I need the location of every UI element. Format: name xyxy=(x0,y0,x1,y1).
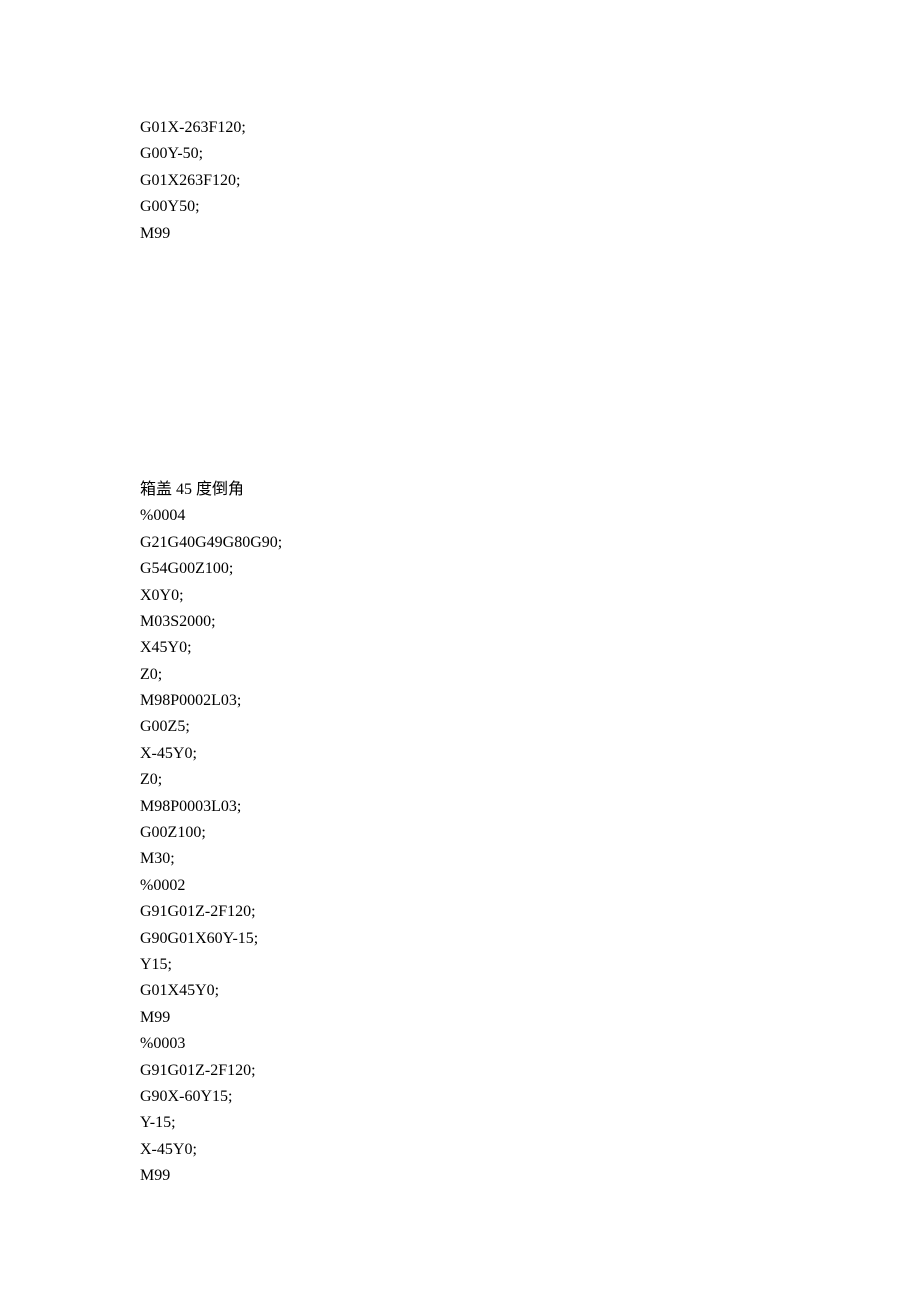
code-line: G21G40G49G80G90; xyxy=(140,530,920,556)
code-line: G91G01Z-2F120; xyxy=(140,1058,920,1084)
code-line: M98P0002L03; xyxy=(140,688,920,714)
title-number: 45 xyxy=(176,481,192,498)
code-line: M99 xyxy=(140,1005,920,1031)
code-line: %0002 xyxy=(140,873,920,899)
code-line: M99 xyxy=(140,1163,920,1189)
code-line: Z0; xyxy=(140,662,920,688)
code-line: M03S2000; xyxy=(140,609,920,635)
code-line: M30; xyxy=(140,846,920,872)
code-block-1: G01X-263F120; G00Y-50; G01X263F120; G00Y… xyxy=(140,115,920,247)
code-line: G54G00Z100; xyxy=(140,556,920,582)
code-line: X0Y0; xyxy=(140,583,920,609)
code-line: G01X45Y0; xyxy=(140,978,920,1004)
code-line: G90X-60Y15; xyxy=(140,1084,920,1110)
code-block-2: 箱盖 45 度倒角 %0004 G21G40G49G80G90; G54G00Z… xyxy=(140,477,920,1190)
title-suffix: 度倒角 xyxy=(192,481,244,498)
code-line: X45Y0; xyxy=(140,635,920,661)
code-line: %0003 xyxy=(140,1031,920,1057)
code-line: X-45Y0; xyxy=(140,1137,920,1163)
section-title: 箱盖 45 度倒角 xyxy=(140,477,920,503)
title-prefix: 箱盖 xyxy=(140,481,176,498)
code-line: G00Z100; xyxy=(140,820,920,846)
code-line: G91G01Z-2F120; xyxy=(140,899,920,925)
code-line: G00Y-50; xyxy=(140,141,920,167)
code-line: G01X263F120; xyxy=(140,168,920,194)
code-line: G00Y50; xyxy=(140,194,920,220)
code-line: G01X-263F120; xyxy=(140,115,920,141)
code-line: X-45Y0; xyxy=(140,741,920,767)
code-line: Y15; xyxy=(140,952,920,978)
code-line: %0004 xyxy=(140,503,920,529)
spacer xyxy=(140,247,920,477)
code-line: G00Z5; xyxy=(140,714,920,740)
code-line: Z0; xyxy=(140,767,920,793)
code-line: Y-15; xyxy=(140,1110,920,1136)
code-line: G90G01X60Y-15; xyxy=(140,926,920,952)
code-line: M99 xyxy=(140,221,920,247)
code-line: M98P0003L03; xyxy=(140,794,920,820)
